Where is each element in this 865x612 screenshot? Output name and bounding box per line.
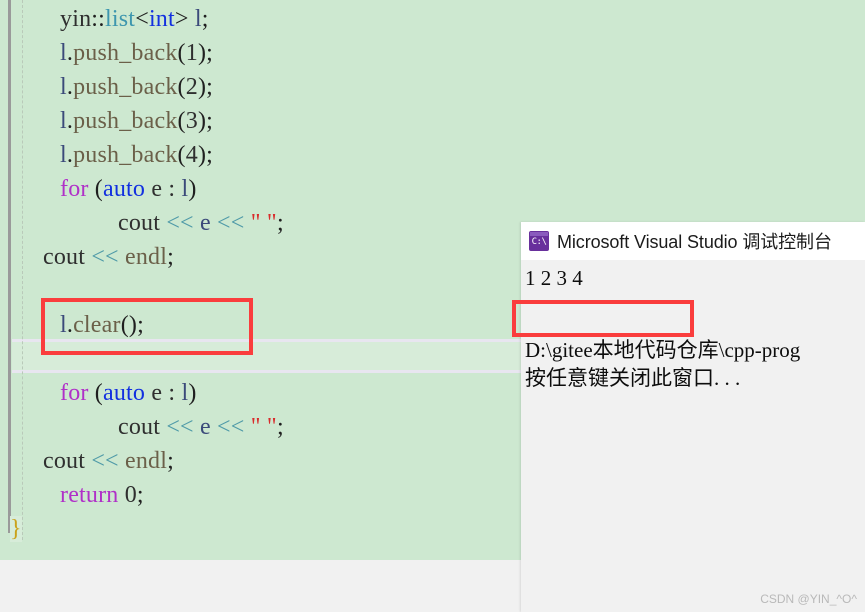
code-token: cout [43,448,85,474]
code-token: ( [178,142,186,168]
clear-call-highlight [41,298,253,355]
code-line[interactable]: for (auto e : l) [0,172,197,206]
code-token: < [135,6,149,32]
code-token: list [105,6,135,32]
code-token: ( [89,380,103,406]
console-window-title: Microsoft Visual Studio 调试控制台 [557,228,832,254]
code-token: cout [43,244,85,270]
code-token: ; [137,482,144,508]
code-line[interactable]: } [0,512,22,546]
code-token: 4 [186,142,198,168]
code-token: for [60,176,89,202]
code-token: ; [277,414,284,440]
code-line[interactable]: l.push_back(2); [0,70,213,104]
code-token: ( [178,40,186,66]
code-token: << [160,210,200,236]
code-token: 2 [186,74,198,100]
code-token: l [195,6,202,32]
console-output-line-prompt: 按任意键关闭此窗口. . . [525,364,865,392]
code-line[interactable]: for (auto e : l) [0,376,197,410]
code-token: ); [198,74,213,100]
code-token: ( [178,74,186,100]
code-token: 0 [125,482,137,508]
empty-output-highlight [512,300,694,337]
code-token: ; [167,448,174,474]
code-token: > [175,6,195,32]
code-token: auto [103,380,145,406]
code-line[interactable]: l.push_back(3); [0,104,213,138]
code-line[interactable]: l.push_back(1); [0,36,213,70]
code-token: return [60,482,119,508]
code-token: } [10,516,22,542]
code-token: l [60,40,67,66]
code-line[interactable]: cout << endl; [0,240,174,274]
code-token: l [60,74,67,100]
code-token: int [149,6,175,32]
code-lines-container[interactable]: yin::list<int> l;l.push_back(1);l.push_b… [0,0,522,560]
code-line[interactable]: cout << endl; [0,444,174,478]
code-token: for [60,380,89,406]
code-token: l [60,142,67,168]
code-token: ); [198,108,213,134]
code-token: << [211,210,251,236]
code-token: auto [103,176,145,202]
debug-console-window[interactable]: C:\ Microsoft Visual Studio 调试控制台 1 2 3 … [521,222,865,612]
code-token: e [200,210,211,236]
code-token: ); [198,142,213,168]
screenshot-root: yin::list<int> l;l.push_back(1);l.push_b… [0,0,865,612]
code-token: ); [198,40,213,66]
code-token: e [200,414,211,440]
code-token: 3 [186,108,198,134]
code-token: push_back [73,74,177,100]
code-token: ) [188,380,196,406]
code-token: 1 [186,40,198,66]
code-token: ; [167,244,174,270]
code-token: ) [188,176,196,202]
code-token: l [60,108,67,134]
code-token: yin [60,6,91,32]
code-token: << [211,414,251,440]
code-token: push_back [73,40,177,66]
code-token: e : [145,380,181,406]
code-token: :: [91,6,105,32]
code-token: e : [145,176,181,202]
code-token: endl [125,244,167,270]
code-token: cout [118,414,160,440]
code-line[interactable]: yin::list<int> l; [0,2,209,36]
code-token: ; [277,210,284,236]
code-token: " " [251,414,277,440]
console-title-bar[interactable]: C:\ Microsoft Visual Studio 调试控制台 [521,222,865,260]
code-line[interactable]: return 0; [0,478,144,512]
console-output-line-1: 1 2 3 4 [525,264,865,292]
code-token: push_back [73,108,177,134]
code-token: ( [178,108,186,134]
code-line[interactable]: cout << e << " "; [0,206,284,240]
code-token: " " [251,210,277,236]
code-token: << [85,244,125,270]
code-line[interactable]: l.push_back(4); [0,138,213,172]
console-output-line-path: D:\gitee本地代码仓库\cpp-prog [525,336,865,364]
csdn-watermark: CSDN @YIN_^O^ [760,592,857,606]
code-token: cout [118,210,160,236]
console-icon-glyph: C:\ [532,238,547,247]
visual-studio-debug-console-icon: C:\ [529,231,549,251]
code-token: << [160,414,200,440]
code-line[interactable]: cout << e << " "; [0,410,284,444]
code-token: ( [89,176,103,202]
code-token: << [85,448,125,474]
code-editor-pane[interactable]: yin::list<int> l;l.push_back(1);l.push_b… [0,0,522,560]
code-token: endl [125,448,167,474]
code-token: ; [202,6,209,32]
code-token: push_back [73,142,177,168]
